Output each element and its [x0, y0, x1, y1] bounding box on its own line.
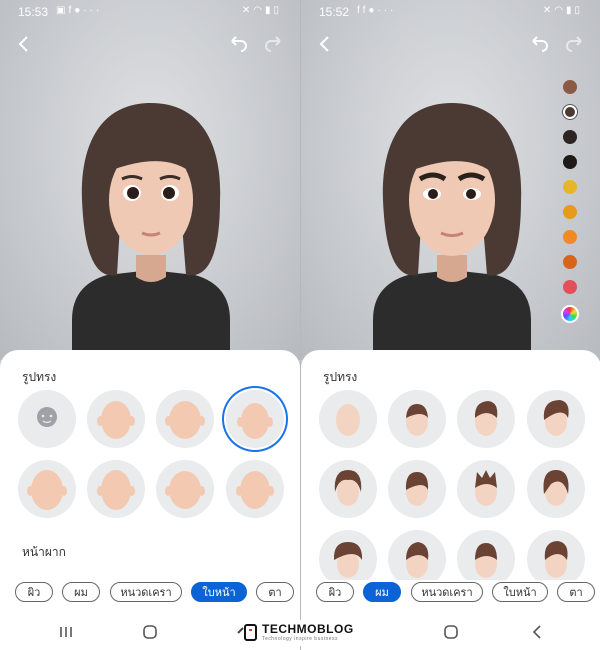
hair-color-swatch[interactable]: [563, 230, 577, 244]
home-icon[interactable]: [140, 622, 160, 642]
category-tabs: ผิว ผม หนวดเครา ใบหน้า ตา: [301, 580, 600, 606]
watermark-name: TECHMOBLOG: [262, 622, 354, 636]
hair-color-palette: [558, 80, 582, 334]
redo-icon[interactable]: [563, 32, 587, 56]
hairstyle-option[interactable]: [527, 460, 585, 518]
tab-skin[interactable]: ผิว: [316, 582, 354, 602]
hairstyle-messy-icon: [334, 470, 362, 506]
wifi-icon: ◠: [253, 5, 265, 16]
hairstyle-short-icon: [406, 404, 428, 436]
custom-color-picker[interactable]: [561, 305, 579, 323]
section-title: รูปทรง: [323, 370, 358, 384]
hairstyle-spiky-icon: [475, 470, 497, 506]
status-time: 15:53: [18, 5, 49, 19]
face-shape-option[interactable]: [87, 390, 145, 448]
hairstyle-crop-icon: [405, 472, 429, 506]
avatar: [373, 103, 531, 360]
tab-skin[interactable]: ผิว: [15, 582, 53, 602]
redo-icon[interactable]: [262, 32, 286, 56]
hair-color-swatch[interactable]: [563, 180, 577, 194]
hairstyle-option[interactable]: [457, 390, 515, 448]
wifi-icon: ◠: [554, 5, 566, 16]
hairstyle-option[interactable]: [319, 460, 377, 518]
hairstyle-sidepart-icon: [543, 400, 569, 436]
avatar-stage: 15:53 ▣f●··· ✕◠▮▯: [0, 0, 300, 360]
notification-icons: ff●···: [357, 5, 396, 16]
face-head-icon: [97, 401, 135, 439]
tab-hair[interactable]: ผม: [62, 582, 100, 602]
face-shape-default[interactable]: [18, 390, 76, 448]
face-head-icon: [236, 471, 274, 509]
system-icons: ✕◠▮▯: [242, 5, 282, 16]
face-shape-option[interactable]: [156, 460, 214, 518]
category-tabs: ผิว ผม หนวดเครา ใบหน้า ตา: [0, 580, 300, 606]
tab-eyes[interactable]: ตา: [557, 582, 595, 602]
gallery-icon: ▣: [56, 5, 69, 16]
hair-color-swatch[interactable]: [563, 80, 577, 94]
hairstyle-option[interactable]: [388, 460, 446, 518]
avatar: [72, 103, 230, 360]
battery-icon: ▯: [574, 5, 583, 16]
tab-hair[interactable]: ผม: [363, 582, 401, 602]
top-toolbar: [301, 30, 600, 58]
face-default-icon: [37, 407, 57, 427]
undo-icon[interactable]: [527, 32, 551, 56]
hair-color-swatch[interactable]: [563, 205, 577, 219]
hairstyle-quiff-icon: [474, 401, 498, 436]
hair-color-swatch[interactable]: [563, 130, 577, 144]
techmoblog-watermark: TECHMOBLOG Technology inspire business: [232, 620, 372, 646]
status-bar: 15:52 ff●··· ✕◠▮▯: [301, 0, 600, 24]
face-shape-option-selected[interactable]: [226, 390, 284, 448]
face-head-icon: [165, 401, 205, 439]
mute-icon: ✕: [542, 5, 555, 16]
hairstyle-fringe-icon: [543, 470, 569, 506]
app-icon: ●: [74, 5, 84, 16]
hair-color-swatch[interactable]: [563, 280, 577, 294]
face-head-icon: [27, 470, 67, 510]
battery-icon: ▯: [273, 5, 282, 16]
tab-eyes[interactable]: ตา: [256, 582, 294, 602]
status-bar: 15:53 ▣f●··· ✕◠▮▯: [0, 0, 300, 24]
back-icon[interactable]: [12, 32, 36, 56]
top-toolbar: [0, 30, 300, 58]
tab-face[interactable]: ใบหน้า: [492, 582, 548, 602]
more-icon: ···: [83, 5, 103, 16]
hairstyle-bald-icon: [336, 404, 360, 436]
hairstyle-option[interactable]: [388, 390, 446, 448]
left-screen: 15:53 ▣f●··· ✕◠▮▯ รูปทรง หน้าผาก ผิว ผม …: [0, 0, 300, 650]
hairstyle-option[interactable]: [457, 460, 515, 518]
status-time: 15:52: [319, 5, 350, 19]
watermark-tagline: Technology inspire business: [262, 636, 339, 642]
hair-color-swatch[interactable]: [563, 255, 577, 269]
more-icon: ···: [377, 5, 397, 16]
hairstyle-option[interactable]: [527, 390, 585, 448]
face-head-icon: [237, 403, 273, 439]
hairstyle-option[interactable]: [319, 390, 377, 448]
tab-beard[interactable]: หนวดเครา: [110, 582, 182, 602]
mute-icon: ✕: [241, 5, 254, 16]
back-icon[interactable]: [313, 32, 337, 56]
home-icon[interactable]: [441, 622, 461, 642]
face-shape-option[interactable]: [156, 390, 214, 448]
face-shape-option[interactable]: [87, 460, 145, 518]
face-head-icon: [97, 470, 135, 510]
tab-face[interactable]: ใบหน้า: [191, 582, 247, 602]
techmoblog-logo-icon: [237, 624, 257, 641]
section-title: รูปทรง: [22, 370, 57, 384]
right-screen: 15:52 ff●··· ✕◠▮▯ รูปทรง ผิว ผม หนวดเครา…: [300, 0, 600, 650]
hair-color-swatch[interactable]: [563, 155, 577, 169]
back-nav-icon[interactable]: [527, 622, 547, 642]
face-shape-option[interactable]: [18, 460, 76, 518]
system-icons: ✕◠▮▯: [543, 5, 583, 16]
section-title-forehead: หน้าผาก: [22, 545, 66, 559]
face-head-icon: [165, 471, 205, 509]
face-shape-option[interactable]: [226, 460, 284, 518]
hair-color-swatch[interactable]: [563, 105, 577, 119]
recents-icon[interactable]: [56, 622, 76, 642]
avatar-stage: 15:52 ff●··· ✕◠▮▯: [301, 0, 600, 360]
tab-beard[interactable]: หนวดเครา: [411, 582, 483, 602]
undo-icon[interactable]: [226, 32, 250, 56]
notification-icons: ▣f●···: [56, 5, 102, 16]
